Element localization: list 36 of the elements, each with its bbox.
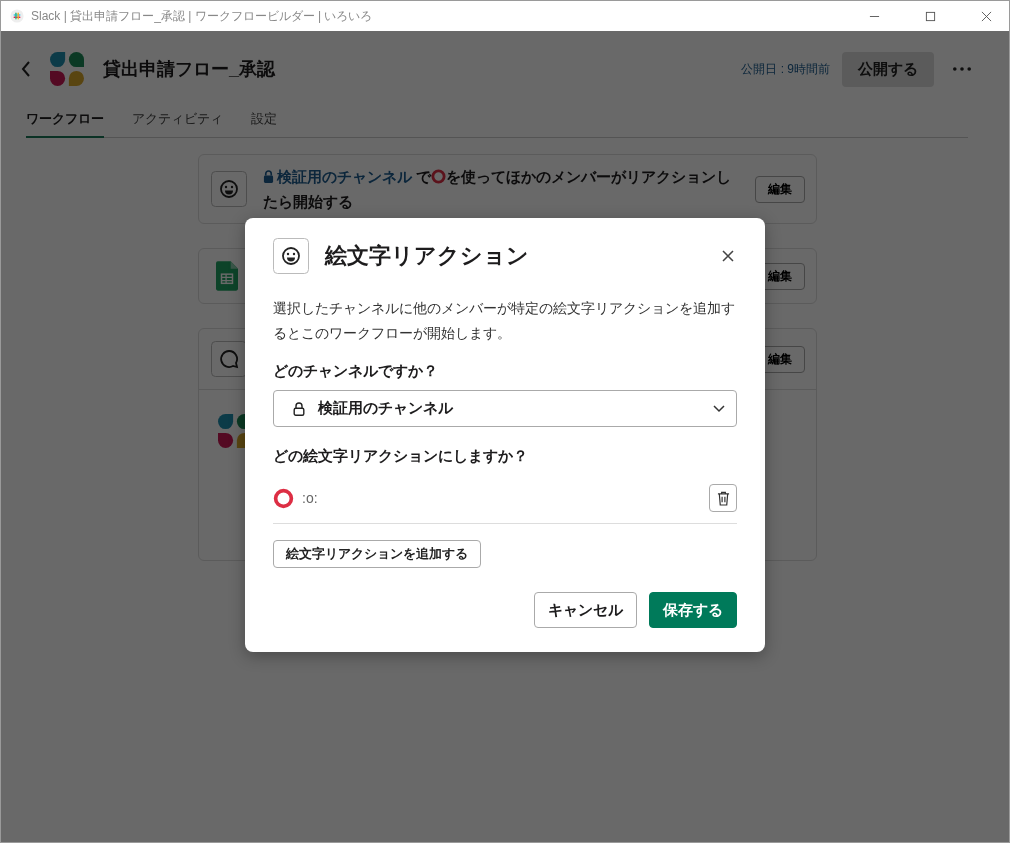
emoji-code: :o: bbox=[302, 490, 319, 506]
publish-button[interactable]: 公開する bbox=[842, 51, 934, 87]
ring-emoji-icon bbox=[431, 169, 447, 184]
field-label: どのチャンネルですか？ bbox=[273, 362, 439, 381]
lock-icon bbox=[263, 170, 274, 183]
tab[interactable]: 設定 bbox=[251, 104, 277, 138]
more-icon[interactable] bbox=[953, 67, 971, 71]
cancel-button[interactable]: キャンセル bbox=[534, 592, 637, 628]
field-label: どの絵文字リアクションにしますか？ bbox=[273, 447, 529, 466]
trigger-description: 検証用のチャンネル で を使ってほかのメンバーがリアクションしたら開始する bbox=[263, 167, 733, 212]
save-button[interactable]: 保存する bbox=[649, 592, 737, 628]
dialog-description: 選択したチャンネルに他のメンバーが特定の絵文字リアクションを追加するとこのワークフローが開始します。 bbox=[273, 299, 736, 343]
close-icon[interactable] bbox=[722, 250, 734, 262]
spreadsheet-icon bbox=[216, 261, 238, 291]
add-emoji-button[interactable]: 絵文字リアクションを追加する bbox=[273, 540, 481, 568]
edit-button[interactable]: 編集 bbox=[755, 175, 805, 203]
lock-icon bbox=[293, 401, 305, 416]
channel-select[interactable]: 検証用のチャンネル bbox=[273, 390, 737, 427]
tab[interactable]: アクティビティ bbox=[132, 104, 223, 138]
trash-icon bbox=[716, 490, 730, 506]
published-time: 公開日 : 9時間前 bbox=[741, 60, 830, 78]
ring-emoji-icon bbox=[273, 487, 294, 509]
delete-button[interactable] bbox=[709, 484, 737, 512]
smiley-icon bbox=[273, 238, 309, 274]
maximize-icon[interactable] bbox=[925, 10, 936, 22]
smiley-icon bbox=[211, 171, 247, 207]
channel-link[interactable]: 検証用のチャンネル bbox=[277, 168, 412, 185]
chevron-down-icon bbox=[713, 404, 725, 413]
back-icon[interactable] bbox=[21, 61, 31, 77]
window-title: Slack | 貸出申請フロー_承認 | ワークフロービルダー | いろいろ bbox=[31, 7, 373, 25]
app-logo-icon bbox=[10, 9, 24, 23]
close-icon[interactable] bbox=[981, 10, 992, 22]
workflow-logo-icon bbox=[50, 52, 84, 86]
dialog-title: 絵文字リアクション bbox=[325, 242, 530, 270]
workflow-title: 貸出申請フロー_承認 bbox=[103, 58, 275, 81]
tab[interactable]: ワークフロー bbox=[26, 104, 104, 138]
